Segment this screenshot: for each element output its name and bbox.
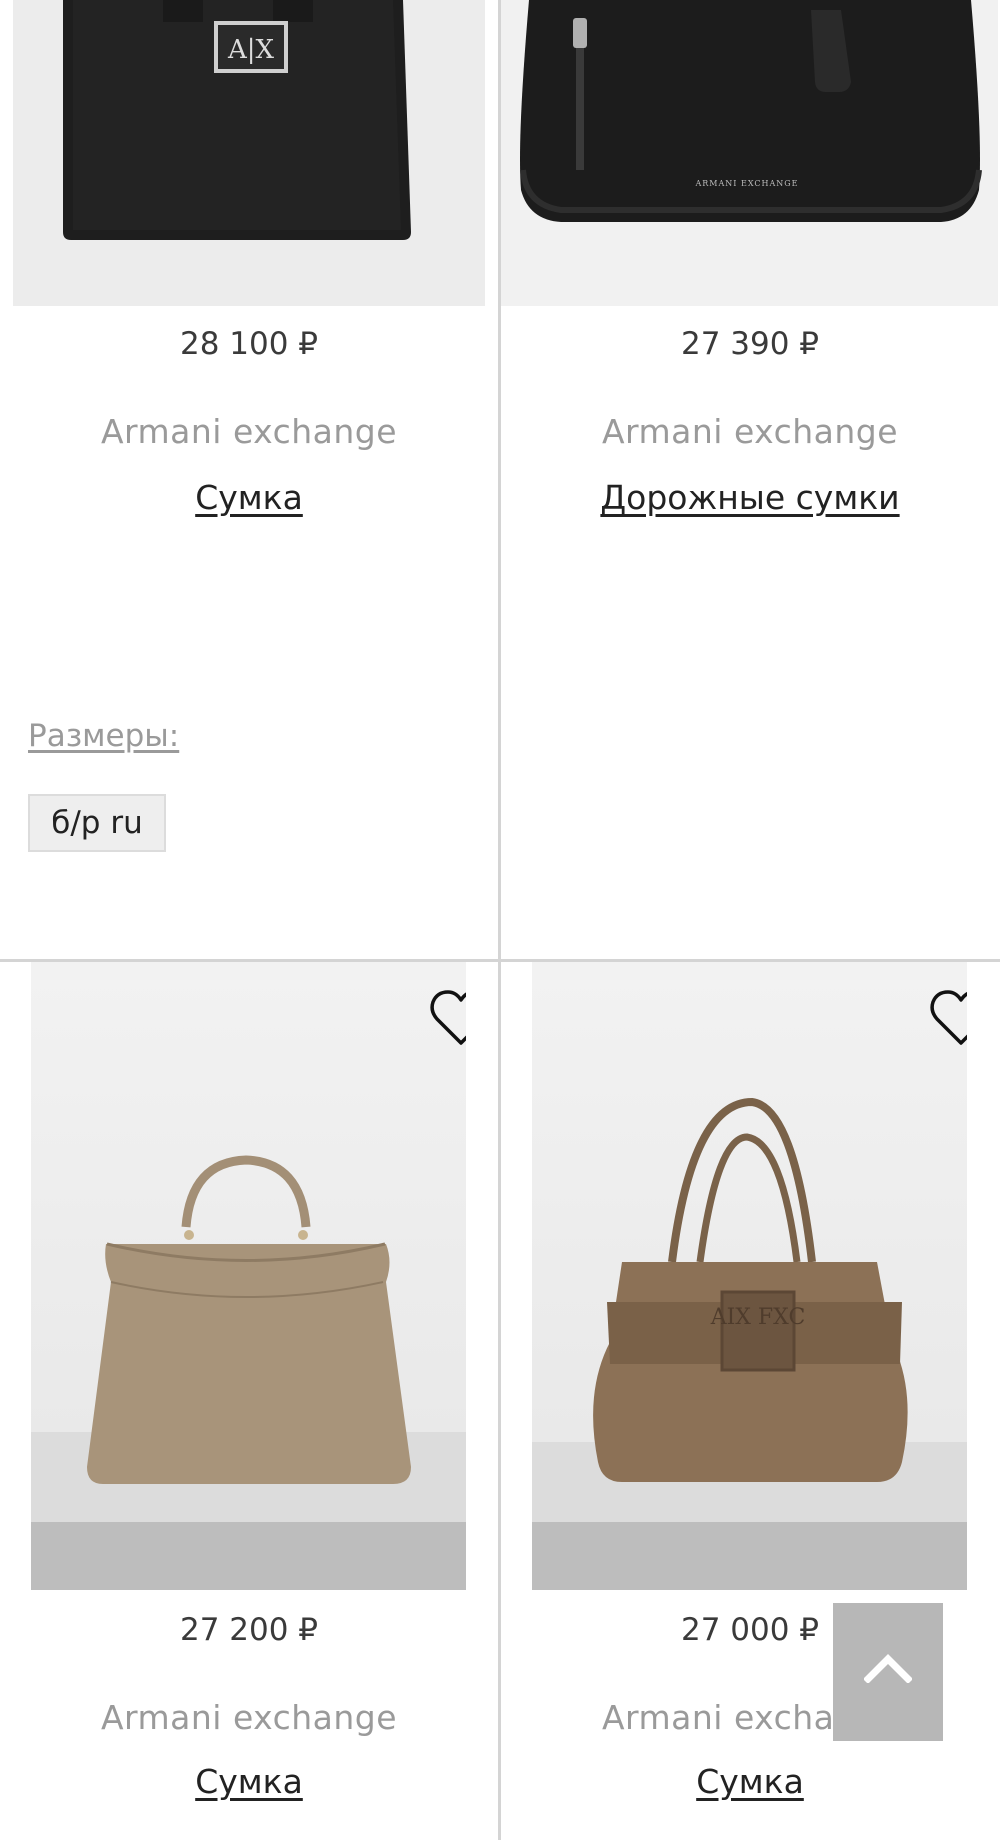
- product-image[interactable]: ARMANI EXCHANGE: [501, 0, 998, 306]
- product-name-link[interactable]: Дорожные сумки: [501, 478, 999, 517]
- product-card[interactable]: A|X 28 100 ₽ Armani exchange Сумка Разме…: [0, 0, 498, 959]
- size-chip[interactable]: б/р ru: [28, 794, 166, 852]
- svg-text:A|X: A|X: [227, 35, 275, 65]
- favorite-heart-icon[interactable]: [429, 988, 466, 1048]
- product-name-link[interactable]: Сумка: [501, 1762, 999, 1801]
- row-divider: [0, 959, 1000, 962]
- product-name-link[interactable]: Сумка: [0, 1762, 498, 1801]
- product-image[interactable]: A|X: [13, 0, 485, 306]
- product-image[interactable]: AIX FXC: [532, 962, 967, 1590]
- product-card[interactable]: 27 200 ₽ Armani exchange Сумка: [0, 962, 498, 1840]
- catalog-page: A|X 28 100 ₽ Armani exchange Сумка Разме…: [0, 0, 1000, 1840]
- svg-text:AIX FXC: AIX FXC: [710, 1305, 806, 1330]
- product-card[interactable]: ARMANI EXCHANGE 27 390 ₽ Armani exchange…: [501, 0, 999, 959]
- product-price: 27 200 ₽: [179, 1612, 319, 1648]
- product-brand: Armani exchange: [100, 412, 398, 451]
- product-brand: Armani exchange: [100, 1698, 398, 1737]
- product-name-link[interactable]: Сумка: [0, 478, 498, 517]
- product-image[interactable]: [31, 962, 466, 1590]
- svg-text:ARMANI EXCHANGE: ARMANI EXCHANGE: [695, 179, 799, 188]
- scroll-to-top-button[interactable]: [833, 1603, 943, 1741]
- chevron-up-icon: [864, 1654, 912, 1683]
- column-divider: [498, 0, 501, 1840]
- product-price: 27 390 ₽: [680, 326, 820, 362]
- product-price: 28 100 ₽: [179, 326, 319, 362]
- sizes-label[interactable]: Размеры:: [28, 718, 179, 754]
- favorite-heart-icon[interactable]: [929, 988, 967, 1048]
- product-brand: Armani exchange: [601, 412, 899, 451]
